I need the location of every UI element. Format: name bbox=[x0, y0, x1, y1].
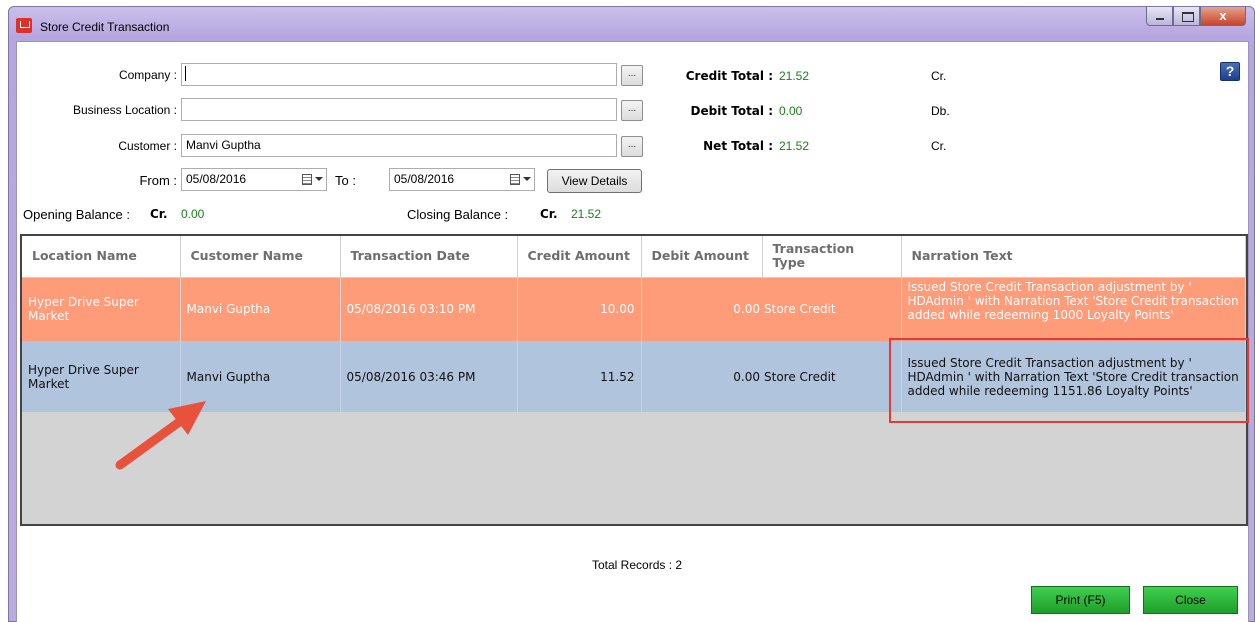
cell-debit-value: 0.00 bbox=[733, 302, 760, 317]
column-header-narration[interactable]: Narration Text bbox=[901, 236, 1246, 278]
to-date-value: 05/08/2016 bbox=[394, 172, 455, 186]
minimize-button[interactable] bbox=[1146, 7, 1173, 26]
column-header-credit[interactable]: Credit Amount bbox=[517, 236, 642, 278]
print-button[interactable]: Print (F5) bbox=[1031, 586, 1130, 614]
view-details-button[interactable]: View Details bbox=[547, 169, 642, 193]
business-location-lookup-button[interactable]: ... bbox=[621, 100, 643, 121]
narration-text: Issued Store Credit Transaction adjustme… bbox=[907, 280, 1239, 323]
customer-lookup-button[interactable]: ... bbox=[621, 136, 643, 157]
calendar-dropdown-icon[interactable] bbox=[510, 174, 531, 186]
column-header-date[interactable]: Transaction Date bbox=[340, 236, 518, 278]
column-header-location[interactable]: Location Name bbox=[22, 236, 181, 278]
cell-customer: Manvi Guptha bbox=[180, 277, 341, 341]
table-row[interactable]: Hyper Drive Super Market Manvi Guptha 05… bbox=[22, 277, 1246, 341]
to-label: To : bbox=[335, 173, 356, 188]
closing-balance-value: 21.52 bbox=[571, 207, 602, 221]
calendar-dropdown-icon[interactable] bbox=[302, 174, 323, 186]
business-location-label: Business Location : bbox=[72, 103, 177, 117]
closing-balance-prefix: Cr. bbox=[540, 207, 558, 221]
transactions-grid[interactable]: Location Name Customer Name Transaction … bbox=[20, 234, 1248, 526]
cell-narration: Issued Store Credit Transaction adjustme… bbox=[901, 341, 1246, 412]
window-title: Store Credit Transaction bbox=[40, 20, 170, 34]
to-date-picker[interactable]: 05/08/2016 bbox=[389, 168, 535, 191]
cell-debit-value: 0.00 bbox=[733, 369, 760, 384]
company-label: Company : bbox=[118, 68, 177, 82]
business-location-field[interactable] bbox=[181, 98, 617, 121]
from-date-value: 05/08/2016 bbox=[186, 172, 247, 186]
opening-balance-value: 0.00 bbox=[181, 207, 205, 221]
net-total-label: Net Total : bbox=[703, 139, 773, 153]
column-header-customer[interactable]: Customer Name bbox=[180, 236, 341, 278]
customer-label: Customer : bbox=[118, 139, 177, 153]
company-field[interactable] bbox=[181, 63, 617, 86]
debit-total-label: Debit Total : bbox=[690, 104, 773, 118]
cell-location: Hyper Drive Super Market bbox=[22, 277, 181, 341]
net-total-value: 21.52 bbox=[779, 139, 810, 153]
cart-icon bbox=[16, 18, 32, 33]
text-cursor bbox=[185, 66, 186, 81]
cell-date: 05/08/2016 03:46 PM bbox=[340, 341, 518, 412]
closing-balance-label: Closing Balance : bbox=[407, 207, 509, 222]
cell-narration: Issued Store Credit Transaction adjustme… bbox=[901, 277, 1246, 341]
opening-balance-prefix: Cr. bbox=[150, 207, 168, 221]
opening-balance-label: Opening Balance : bbox=[23, 207, 130, 222]
window-controls: x bbox=[1146, 7, 1246, 26]
cell-date: 05/08/2016 03:10 PM bbox=[340, 277, 518, 341]
from-label: From : bbox=[139, 173, 177, 188]
debit-total-value: 0.00 bbox=[779, 104, 803, 118]
cell-type: Store Credit bbox=[762, 341, 902, 412]
column-header-debit[interactable]: Debit Amount bbox=[641, 236, 763, 278]
table-header-row: Location Name Customer Name Transaction … bbox=[22, 236, 1246, 278]
company-lookup-button[interactable]: ... bbox=[621, 65, 643, 86]
close-button[interactable]: Close bbox=[1143, 586, 1238, 614]
cell-type: Store Credit bbox=[762, 277, 902, 341]
credit-total-value: 21.52 bbox=[779, 69, 810, 83]
credit-total-label: Credit Total : bbox=[685, 69, 773, 83]
debit-total-suffix: Db. bbox=[931, 104, 950, 118]
column-header-type[interactable]: Transaction Type bbox=[762, 236, 902, 278]
close-window-button[interactable]: x bbox=[1200, 7, 1246, 26]
cell-debit: 0.00 bbox=[641, 277, 762, 341]
credit-total-suffix: Cr. bbox=[931, 69, 947, 83]
customer-field[interactable]: Manvi Guptha bbox=[181, 134, 617, 157]
from-date-picker[interactable]: 05/08/2016 bbox=[181, 168, 327, 191]
transactions-table: Location Name Customer Name Transaction … bbox=[22, 236, 1246, 412]
cell-debit: 0.00 bbox=[641, 341, 762, 412]
total-records: Total Records : 2 bbox=[592, 558, 683, 572]
title-bar[interactable]: Store Credit Transaction x bbox=[9, 7, 1254, 41]
close-x-icon: x bbox=[1219, 8, 1227, 23]
cell-credit: 11.52 bbox=[517, 341, 642, 412]
help-icon[interactable]: ? bbox=[1220, 62, 1240, 81]
net-total-suffix: Cr. bbox=[931, 139, 947, 153]
maximize-button[interactable] bbox=[1173, 7, 1200, 26]
annotation-arrow-icon bbox=[115, 401, 206, 470]
cell-credit: 10.00 bbox=[517, 277, 642, 341]
